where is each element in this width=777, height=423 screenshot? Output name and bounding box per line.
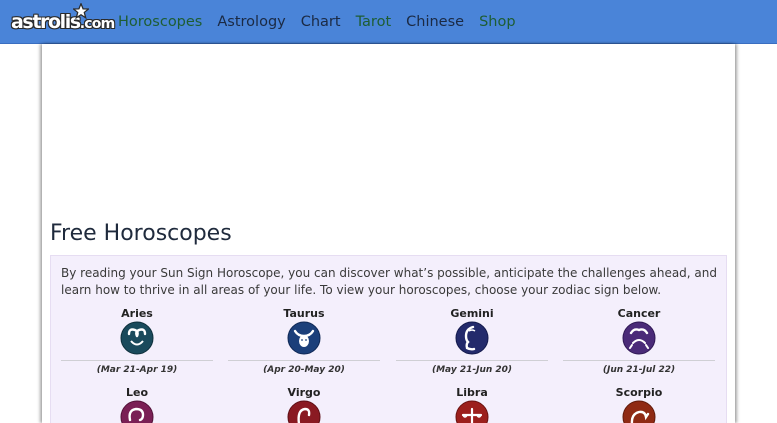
page-title: Free Horoscopes: [50, 221, 232, 246]
lion-icon: [120, 400, 154, 423]
crab-icon: [622, 321, 656, 355]
sign-leo[interactable]: Leo: [61, 386, 213, 423]
nav-tarot[interactable]: Tarot: [356, 14, 392, 30]
sign-dates: (Jun 21-Jul 22): [602, 365, 676, 375]
sign-dates: (Mar 21-Apr 19): [96, 365, 178, 375]
sign-name: Virgo: [287, 386, 321, 399]
sign-cancer[interactable]: Cancer (Jun 21-Jul 22): [563, 307, 715, 375]
divider: [563, 360, 715, 361]
site-logo[interactable]: astrolis.com: [11, 3, 115, 39]
sign-name: Aries: [121, 307, 153, 320]
scales-icon: [455, 400, 489, 423]
logo-text: astrolis.com: [11, 11, 115, 33]
sign-gemini[interactable]: Gemini (May 21-Jun 20): [396, 307, 548, 375]
horoscope-panel: By reading your Sun Sign Horoscope, you …: [50, 255, 727, 423]
sign-taurus[interactable]: Taurus (Apr 20-May 20): [228, 307, 380, 375]
virgin-icon: [287, 400, 321, 423]
nav-chinese[interactable]: Chinese: [406, 14, 464, 30]
nav-chart[interactable]: Chart: [301, 14, 341, 30]
sign-aries[interactable]: Aries (Mar 21-Apr 19): [61, 307, 213, 375]
star-icon: [73, 3, 89, 19]
twins-icon: [455, 321, 489, 355]
sign-name: Gemini: [450, 307, 494, 320]
sign-name: Scorpio: [615, 386, 663, 399]
nav-astrology[interactable]: Astrology: [217, 14, 285, 30]
sign-scorpio[interactable]: Scorpio: [563, 386, 715, 423]
intro-text: By reading your Sun Sign Horoscope, you …: [61, 266, 718, 297]
sign-name: Libra: [456, 386, 488, 399]
sign-virgo[interactable]: Virgo: [228, 386, 380, 423]
bull-icon: [287, 321, 321, 355]
ram-icon: [120, 321, 154, 355]
divider: [396, 360, 548, 361]
sign-name: Taurus: [283, 307, 325, 320]
divider: [61, 360, 213, 361]
divider: [228, 360, 380, 361]
scorpion-icon: [622, 400, 656, 423]
sign-name: Leo: [125, 386, 149, 399]
sign-dates: (Apr 20-May 20): [263, 365, 345, 375]
sign-dates: (May 21-Jun 20): [431, 365, 513, 375]
top-navbar: astrolis.com Horoscopes Astrology Chart …: [0, 0, 777, 44]
nav-shop[interactable]: Shop: [479, 14, 515, 30]
main-nav: Horoscopes Astrology Chart Tarot Chinese…: [118, 0, 531, 44]
nav-horoscopes[interactable]: Horoscopes: [118, 14, 202, 30]
sign-libra[interactable]: Libra: [396, 386, 548, 423]
sign-name: Cancer: [617, 307, 661, 320]
